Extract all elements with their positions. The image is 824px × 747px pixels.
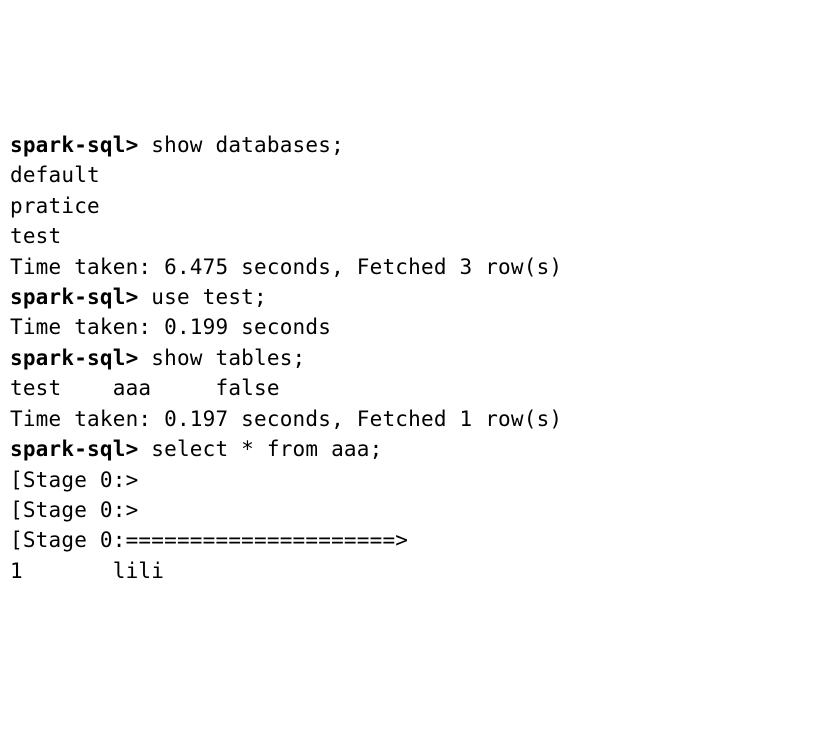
terminal-command-line: spark-sql> select * from aaa; <box>10 434 814 464</box>
terminal-output-line: default <box>10 160 814 190</box>
terminal-prompt: spark-sql> <box>10 133 138 157</box>
terminal-command-line: spark-sql> use test; <box>10 282 814 312</box>
terminal-command-line: spark-sql> show tables; <box>10 343 814 373</box>
terminal-command: show databases; <box>151 133 344 157</box>
terminal-output[interactable]: spark-sql> show databases;defaultpratice… <box>10 130 814 587</box>
terminal-output-line: Time taken: 0.197 seconds, Fetched 1 row… <box>10 404 814 434</box>
terminal-output-line: pratice <box>10 191 814 221</box>
terminal-output-line: Time taken: 0.199 seconds <box>10 312 814 342</box>
terminal-command: show tables; <box>151 346 305 370</box>
terminal-command: use test; <box>151 285 267 309</box>
terminal-output-line: [Stage 0:=====================> <box>10 525 814 555</box>
terminal-output-line: 1 lili <box>10 556 814 586</box>
terminal-prompt: spark-sql> <box>10 346 138 370</box>
terminal-prompt: spark-sql> <box>10 437 138 461</box>
terminal-output-line: test aaa false <box>10 373 814 403</box>
terminal-output-line: [Stage 0:> <box>10 465 814 495</box>
terminal-command-line: spark-sql> show databases; <box>10 130 814 160</box>
terminal-output-line: [Stage 0:> <box>10 495 814 525</box>
terminal-output-line: test <box>10 221 814 251</box>
terminal-command: select * from aaa; <box>151 437 382 461</box>
terminal-output-line: Time taken: 6.475 seconds, Fetched 3 row… <box>10 252 814 282</box>
terminal-prompt: spark-sql> <box>10 285 138 309</box>
